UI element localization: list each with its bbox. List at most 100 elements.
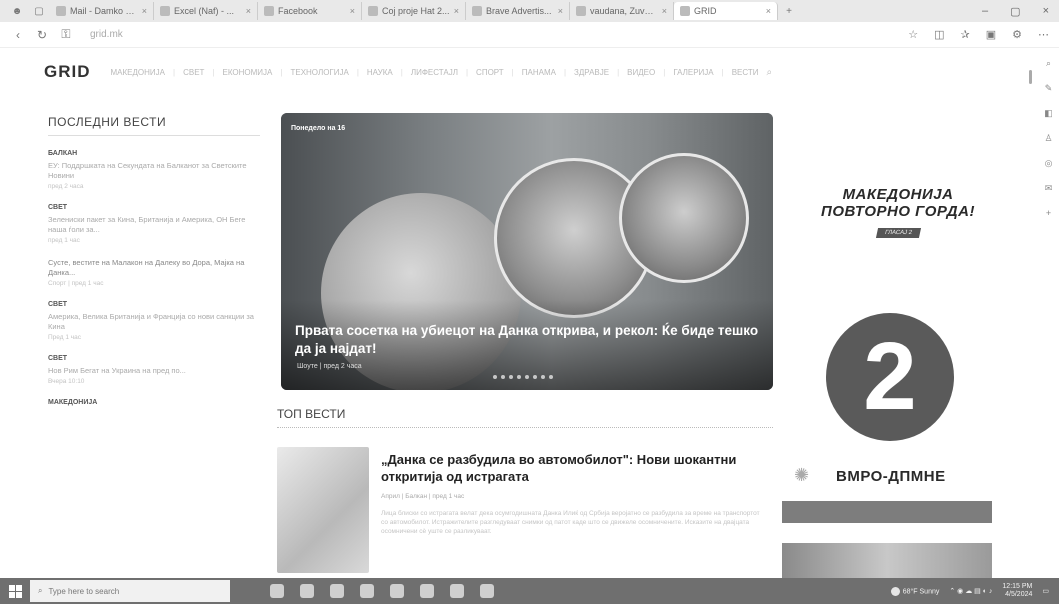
menu-item[interactable]: ТЕХНОЛОГИЈА: [290, 68, 348, 77]
close-window-icon[interactable]: ×: [1043, 5, 1049, 18]
menu-item[interactable]: НАУКА: [367, 68, 393, 77]
pen-icon[interactable]: ✎: [1045, 83, 1053, 94]
tab-facebook[interactable]: Facebook ×: [258, 2, 362, 20]
list-item[interactable]: БАЛКАН ЕУ: Поддршката на Сeкундата на Ба…: [48, 150, 260, 190]
hero-title[interactable]: Првата сосетка на убиецот на Данка откри…: [295, 322, 765, 358]
tab-news[interactable]: vaudana, Zuvete... ×: [570, 2, 674, 20]
news-category: МАКЕДОНИЈА: [48, 399, 98, 406]
ad-banner-1[interactable]: МАКЕДОНИЈА ПОВТОРНО ГОРДА! ГЛАСАЈ 2: [810, 186, 986, 266]
reload-icon[interactable]: ↻: [34, 28, 50, 42]
top-news-item[interactable]: „Данка се разбудила во автомобилот": Нов…: [277, 447, 773, 577]
menu-item[interactable]: СПОРТ: [476, 68, 504, 77]
grid-favicon-icon: [680, 6, 690, 16]
facebook-favicon-icon: [264, 6, 274, 16]
bag-icon[interactable]: ◧: [1044, 108, 1053, 119]
taskbar-search[interactable]: ⌕ Type here to search: [30, 580, 230, 602]
scrollbar-thumb[interactable]: [1029, 70, 1032, 84]
list-item[interactable]: СВЕТ Америка, Велика Британија и Франциј…: [48, 301, 260, 341]
carousel-dot[interactable]: [525, 375, 529, 379]
list-item[interactable]: Сусте, вестите на Малакон на Далеку во Д…: [48, 258, 260, 287]
close-tab-icon[interactable]: ×: [454, 6, 459, 16]
profile-icon[interactable]: ☻: [11, 5, 23, 17]
excel-icon[interactable]: [420, 584, 434, 598]
tab-grid[interactable]: GRID ×: [674, 2, 778, 20]
start-button[interactable]: [0, 578, 30, 604]
top-news-thumbnail[interactable]: [277, 447, 369, 573]
menu-item[interactable]: ГАЛЕРИЈА: [673, 68, 713, 77]
add-icon[interactable]: +: [1046, 208, 1051, 218]
news-favicon-icon: [576, 6, 586, 16]
split-screen-icon[interactable]: ◫: [934, 28, 944, 41]
tray-icons[interactable]: ⌃ ◉ ☁ ▤ ◐ ♪: [949, 587, 992, 595]
hero-tag: Понедело на 16: [291, 125, 346, 132]
photos-icon[interactable]: [480, 584, 494, 598]
explorer-icon[interactable]: [330, 584, 344, 598]
close-tab-icon[interactable]: ×: [662, 6, 667, 16]
tab-excel[interactable]: Excel (Naf) - ... ×: [154, 2, 258, 20]
carousel-dots: [493, 375, 553, 379]
browser-sidebar: ⌕ ✎ ◧ ♙ ◎ ✉ +: [1038, 50, 1059, 570]
menu-item[interactable]: ЛИФЕСТАЈЛ: [411, 68, 458, 77]
games-icon[interactable]: ◎: [1045, 158, 1053, 169]
minimize-icon[interactable]: –: [982, 5, 988, 18]
url-field[interactable]: grid.mk: [90, 29, 123, 40]
carousel-dot[interactable]: [541, 375, 545, 379]
close-tab-icon[interactable]: ×: [142, 6, 147, 16]
list-item[interactable]: СВЕТ Нов Рим Бегат на Украина на пред по…: [48, 355, 260, 385]
top-news-title[interactable]: „Данка се разбудила во автомобилот": Нов…: [381, 451, 761, 485]
news-title[interactable]: Америка, Велика Британија и Франција со …: [48, 312, 260, 332]
carousel-dot[interactable]: [517, 375, 521, 379]
site-logo[interactable]: GRID: [44, 62, 91, 82]
weather-widget[interactable]: 68°F Sunny: [890, 586, 939, 596]
store-icon[interactable]: [360, 584, 374, 598]
news-title[interactable]: ЕУ: Поддршката на Сeкундата на Балканот …: [48, 161, 260, 181]
carousel-dot[interactable]: [509, 375, 513, 379]
list-item[interactable]: СВЕТ Зелениски пакет за Кина, Британија …: [48, 204, 260, 244]
carousel-dot[interactable]: [533, 375, 537, 379]
maximize-icon[interactable]: ▢: [1010, 5, 1020, 18]
task-view-icon[interactable]: [270, 584, 284, 598]
carousel-dot[interactable]: [493, 375, 497, 379]
close-tab-icon[interactable]: ×: [766, 6, 771, 16]
tab-brave-ads[interactable]: Brave Advertis... ×: [466, 2, 570, 20]
menu-item[interactable]: ВИДЕО: [627, 68, 655, 77]
news-title[interactable]: Сусте, вестите на Малакон на Далеку во Д…: [48, 258, 260, 278]
collections-icon[interactable]: ▣: [986, 28, 996, 41]
clock[interactable]: 12:15 PM 4/5/2024: [1002, 583, 1032, 599]
carousel-dot[interactable]: [501, 375, 505, 379]
close-tab-icon[interactable]: ×: [350, 6, 355, 16]
star-icon[interactable]: ☆: [908, 28, 918, 41]
menu-item[interactable]: СВЕТ: [183, 68, 204, 77]
site-search-icon[interactable]: ⌕: [767, 67, 773, 78]
menu-item[interactable]: ЗДРАВЈЕ: [574, 68, 609, 77]
close-tab-icon[interactable]: ×: [558, 6, 563, 16]
menu-item[interactable]: ЕКОНОМИЈА: [223, 68, 273, 77]
outlook-icon[interactable]: ✉: [1045, 183, 1053, 194]
workspaces-icon[interactable]: ▢: [33, 5, 45, 17]
menu-item[interactable]: ВЕСТИ: [732, 68, 759, 77]
list-item[interactable]: МАКЕДОНИЈА: [48, 399, 260, 406]
back-icon[interactable]: ‹: [10, 28, 26, 42]
menu-item[interactable]: ПАНАМА: [522, 68, 556, 77]
news-title[interactable]: Нов Рим Бегат на Украина на пред по...: [48, 366, 260, 376]
favorites-icon[interactable]: ✰: [961, 28, 970, 41]
hero-carousel[interactable]: Понедело на 16 Првата сосетка на убиецот…: [281, 113, 773, 390]
person-icon[interactable]: ♙: [1044, 133, 1052, 144]
news-title[interactable]: Зелениски пакет за Кина, Британија и Аме…: [48, 215, 260, 235]
edge-icon[interactable]: [300, 584, 314, 598]
tab-mail[interactable]: Mail - Damko Gi... ×: [50, 2, 154, 20]
close-tab-icon[interactable]: ×: [246, 6, 251, 16]
ad-banner-2[interactable]: 2 ✺ ВМРО-ДПМНЕ: [782, 293, 992, 583]
carousel-dot[interactable]: [549, 375, 553, 379]
mail-icon[interactable]: [390, 584, 404, 598]
more-icon[interactable]: ⋯: [1038, 28, 1049, 41]
extensions-icon[interactable]: ⚙: [1012, 28, 1022, 41]
news-category: СВЕТ: [48, 301, 68, 308]
search-icon[interactable]: ⌕: [1046, 58, 1051, 69]
new-tab-icon[interactable]: +: [783, 5, 795, 17]
menu-item[interactable]: МАКЕДОНИЈА: [111, 68, 166, 77]
news-category: СВЕТ: [48, 355, 68, 362]
notifications-icon[interactable]: ▭: [1042, 587, 1049, 595]
tab-project[interactable]: Сој proje Hat 2... ×: [362, 2, 466, 20]
chrome-icon[interactable]: [450, 584, 464, 598]
